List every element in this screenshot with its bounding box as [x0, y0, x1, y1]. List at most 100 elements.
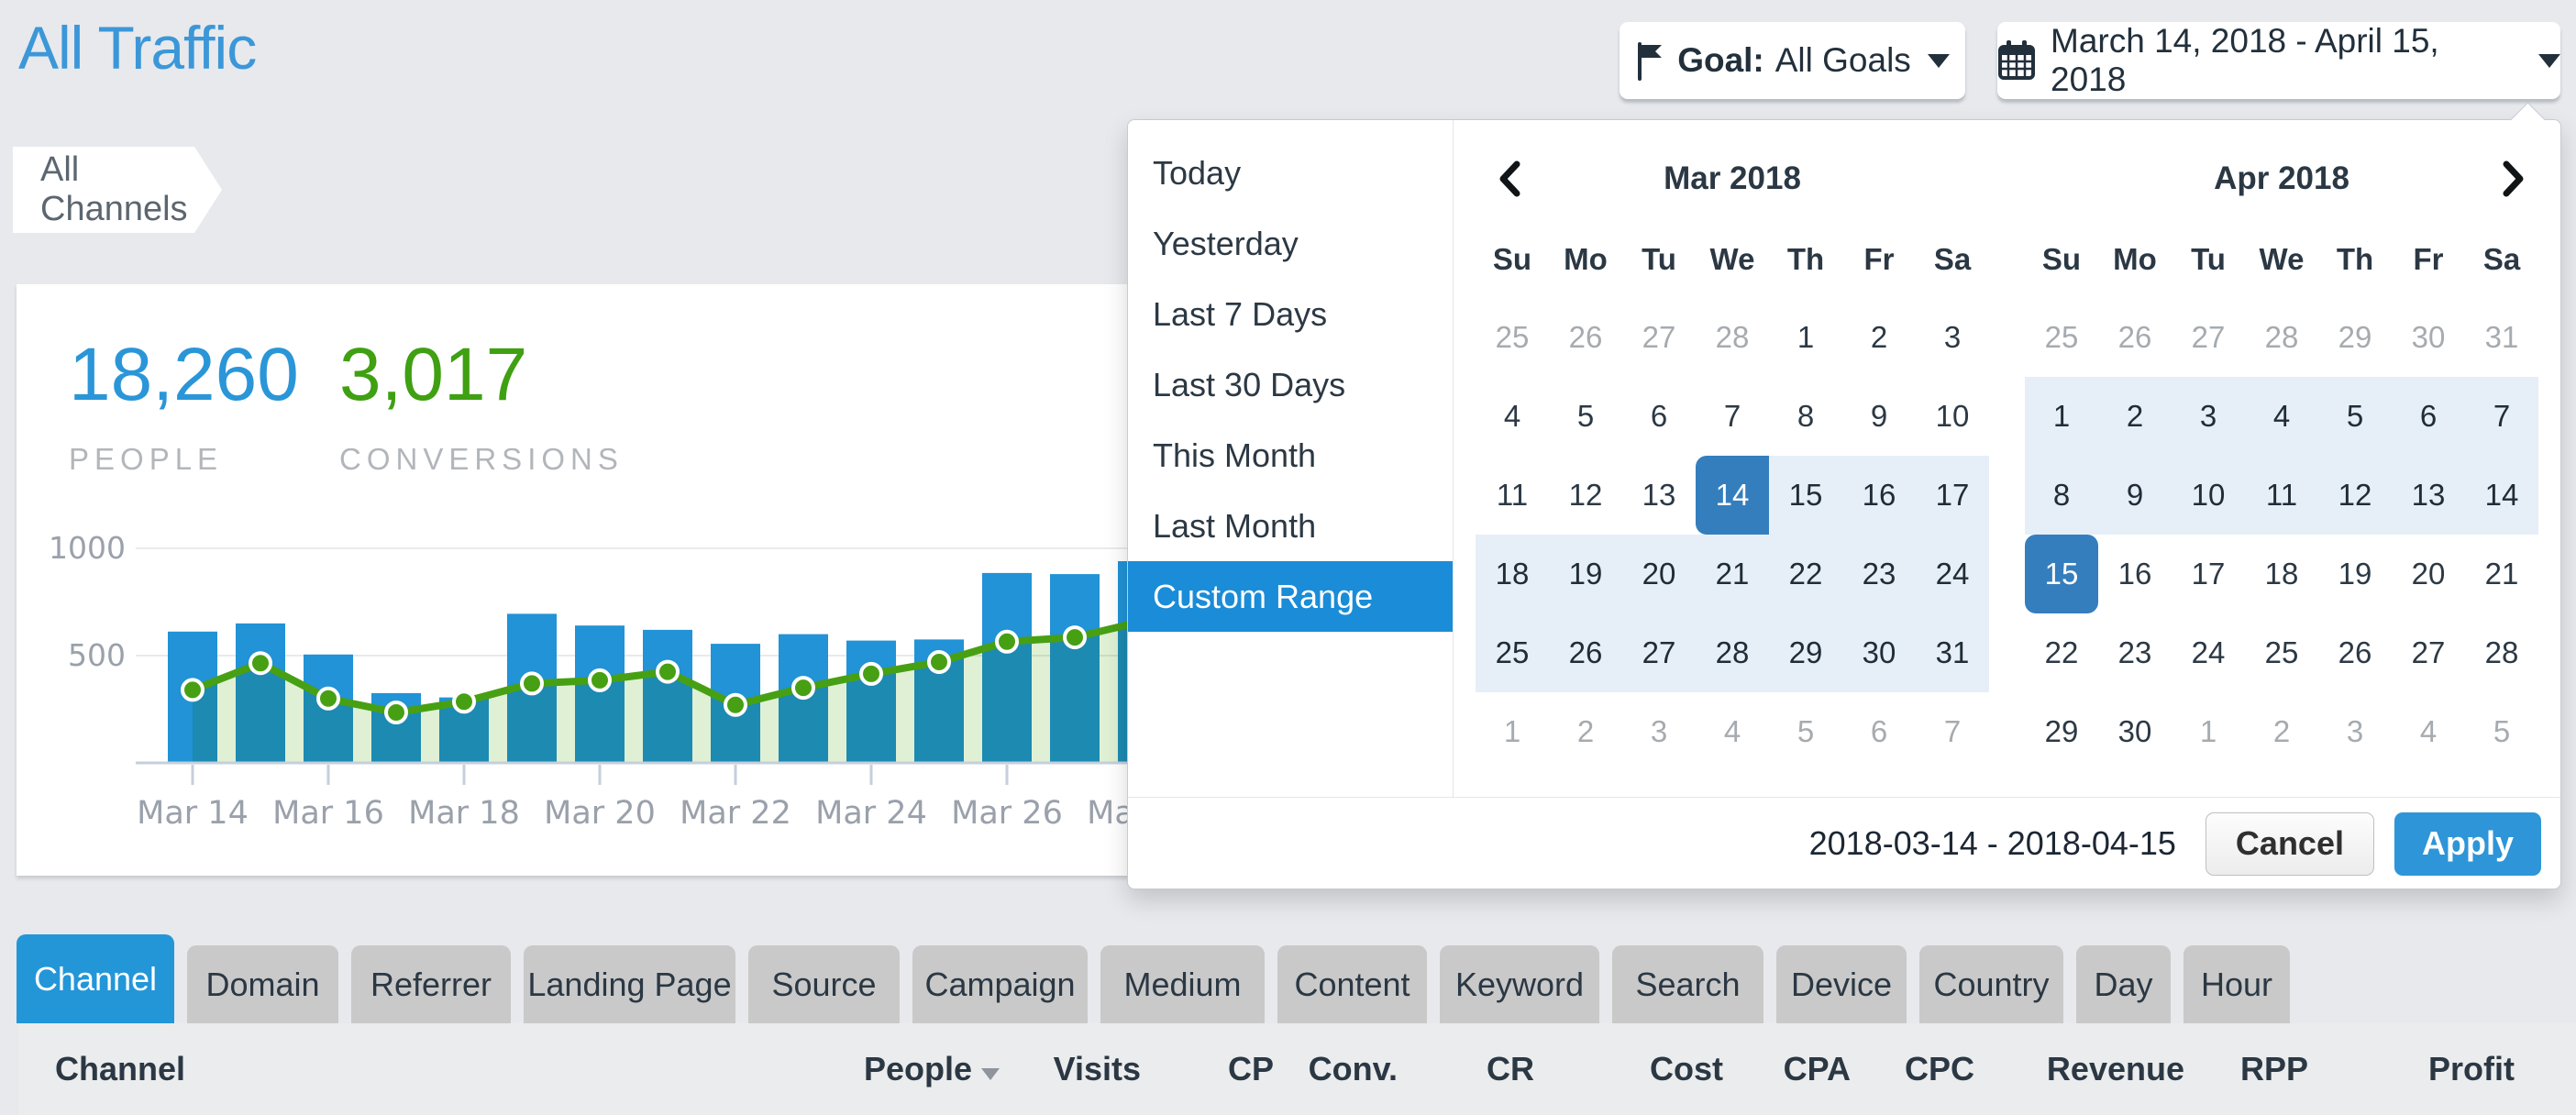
calendar-day[interactable]: 5	[1549, 377, 1622, 456]
calendar-day[interactable]: 1	[2172, 692, 2245, 771]
goal-selector-button[interactable]: Goal: All Goals	[1620, 22, 1965, 99]
calendar-day[interactable]: 18	[1476, 535, 1549, 613]
calendar-day[interactable]: 3	[2318, 692, 2392, 771]
calendar-day[interactable]: 25	[1476, 298, 1549, 377]
calendar-day[interactable]: 29	[1769, 613, 1842, 692]
column-header-visits[interactable]: Visits	[1000, 1050, 1141, 1088]
calendar-day[interactable]: 21	[1696, 535, 1769, 613]
apply-button[interactable]: Apply	[2394, 812, 2541, 876]
calendar-day[interactable]: 30	[2098, 692, 2172, 771]
calendar-day[interactable]: 4	[2245, 377, 2318, 456]
column-header-rpp[interactable]: RPP	[2184, 1050, 2308, 1088]
calendar-day[interactable]: 28	[2465, 613, 2538, 692]
calendar-day[interactable]: 9	[2098, 456, 2172, 535]
column-header-cost[interactable]: Cost	[1534, 1050, 1723, 1088]
column-header-revenue[interactable]: Revenue	[1974, 1050, 2184, 1088]
calendar-day[interactable]: 23	[2098, 613, 2172, 692]
calendar-day[interactable]: 26	[1549, 298, 1622, 377]
calendar-day[interactable]: 22	[2025, 613, 2098, 692]
calendar-day[interactable]: 6	[2392, 377, 2465, 456]
calendar-day[interactable]: 27	[2392, 613, 2465, 692]
tab-domain[interactable]: Domain	[187, 945, 338, 1023]
calendar-day[interactable]: 26	[1549, 613, 1622, 692]
calendar-day[interactable]: 16	[2098, 535, 2172, 613]
calendar-day[interactable]: 19	[1549, 535, 1622, 613]
calendar-day[interactable]: 3	[1622, 692, 1696, 771]
calendar-day[interactable]: 20	[1622, 535, 1696, 613]
tab-country[interactable]: Country	[1919, 945, 2063, 1023]
preset-last-7-days[interactable]: Last 7 Days	[1128, 279, 1453, 349]
calendar-day[interactable]: 25	[1476, 613, 1549, 692]
calendar-day[interactable]: 1	[1476, 692, 1549, 771]
calendar-day[interactable]: 13	[2392, 456, 2465, 535]
calendar-day[interactable]: 13	[1622, 456, 1696, 535]
calendar-day[interactable]: 4	[1476, 377, 1549, 456]
calendar-day[interactable]: 6	[1622, 377, 1696, 456]
calendar-day[interactable]: 6	[1842, 692, 1916, 771]
calendar-day[interactable]: 9	[1842, 377, 1916, 456]
calendar-day[interactable]: 2	[2098, 377, 2172, 456]
calendar-day[interactable]: 8	[1769, 377, 1842, 456]
column-header-people[interactable]: People	[816, 1050, 1000, 1088]
calendar-day[interactable]: 28	[1696, 613, 1769, 692]
calendar-day[interactable]: 25	[2025, 298, 2098, 377]
preset-this-month[interactable]: This Month	[1128, 420, 1453, 491]
preset-today[interactable]: Today	[1128, 138, 1453, 208]
calendar-day[interactable]: 12	[2318, 456, 2392, 535]
tab-referrer[interactable]: Referrer	[351, 945, 511, 1023]
calendar-day[interactable]: 24	[2172, 613, 2245, 692]
calendar-day[interactable]: 11	[1476, 456, 1549, 535]
calendar-day[interactable]: 17	[1916, 456, 1989, 535]
breadcrumb-all-channels[interactable]: All Channels	[13, 147, 222, 233]
calendar-day[interactable]: 23	[1842, 535, 1916, 613]
calendar-day[interactable]: 10	[2172, 456, 2245, 535]
next-month-button[interactable]	[2498, 157, 2529, 205]
tab-content[interactable]: Content	[1277, 945, 1427, 1023]
tab-keyword[interactable]: Keyword	[1440, 945, 1599, 1023]
prev-month-button[interactable]	[1494, 157, 1525, 205]
tab-medium[interactable]: Medium	[1100, 945, 1265, 1023]
calendar-day[interactable]: 4	[1696, 692, 1769, 771]
cancel-button[interactable]: Cancel	[2206, 812, 2374, 876]
preset-last-month[interactable]: Last Month	[1128, 491, 1453, 561]
calendar-day[interactable]: 22	[1769, 535, 1842, 613]
calendar-day[interactable]: 7	[1696, 377, 1769, 456]
calendar-day[interactable]: 2	[2245, 692, 2318, 771]
calendar-day[interactable]: 28	[2245, 298, 2318, 377]
calendar-day[interactable]: 30	[1842, 613, 1916, 692]
tab-device[interactable]: Device	[1776, 945, 1907, 1023]
calendar-day[interactable]: 16	[1842, 456, 1916, 535]
calendar-day[interactable]: 27	[1622, 298, 1696, 377]
calendar-day[interactable]: 31	[2465, 298, 2538, 377]
calendar-day[interactable]: 5	[2318, 377, 2392, 456]
calendar-day-selected[interactable]: 15	[2025, 535, 2098, 613]
calendar-day[interactable]: 15	[1769, 456, 1842, 535]
preset-yesterday[interactable]: Yesterday	[1128, 208, 1453, 279]
column-header-cpa[interactable]: CPA	[1723, 1050, 1851, 1088]
calendar-day[interactable]: 3	[2172, 377, 2245, 456]
calendar-day[interactable]: 2	[1842, 298, 1916, 377]
tab-day[interactable]: Day	[2076, 945, 2171, 1023]
calendar-day[interactable]: 11	[2245, 456, 2318, 535]
calendar-day[interactable]: 26	[2098, 298, 2172, 377]
calendar-day[interactable]: 27	[2172, 298, 2245, 377]
calendar-day[interactable]: 5	[1769, 692, 1842, 771]
calendar-day-selected[interactable]: 14	[1696, 456, 1769, 535]
calendar-day[interactable]: 30	[2392, 298, 2465, 377]
tab-hour[interactable]: Hour	[2184, 945, 2290, 1023]
calendar-day[interactable]: 5	[2465, 692, 2538, 771]
calendar-day[interactable]: 4	[2392, 692, 2465, 771]
calendar-day[interactable]: 28	[1696, 298, 1769, 377]
calendar-day[interactable]: 27	[1622, 613, 1696, 692]
calendar-day[interactable]: 18	[2245, 535, 2318, 613]
calendar-day[interactable]: 26	[2318, 613, 2392, 692]
calendar-day[interactable]: 1	[1769, 298, 1842, 377]
calendar-day[interactable]: 25	[2245, 613, 2318, 692]
calendar-day[interactable]: 10	[1916, 377, 1989, 456]
calendar-day[interactable]: 14	[2465, 456, 2538, 535]
tab-campaign[interactable]: Campaign	[912, 945, 1088, 1023]
calendar-day[interactable]: 21	[2465, 535, 2538, 613]
calendar-day[interactable]: 29	[2025, 692, 2098, 771]
calendar-day[interactable]: 7	[1916, 692, 1989, 771]
date-range-button[interactable]: March 14, 2018 - April 15, 2018	[1997, 22, 2560, 99]
